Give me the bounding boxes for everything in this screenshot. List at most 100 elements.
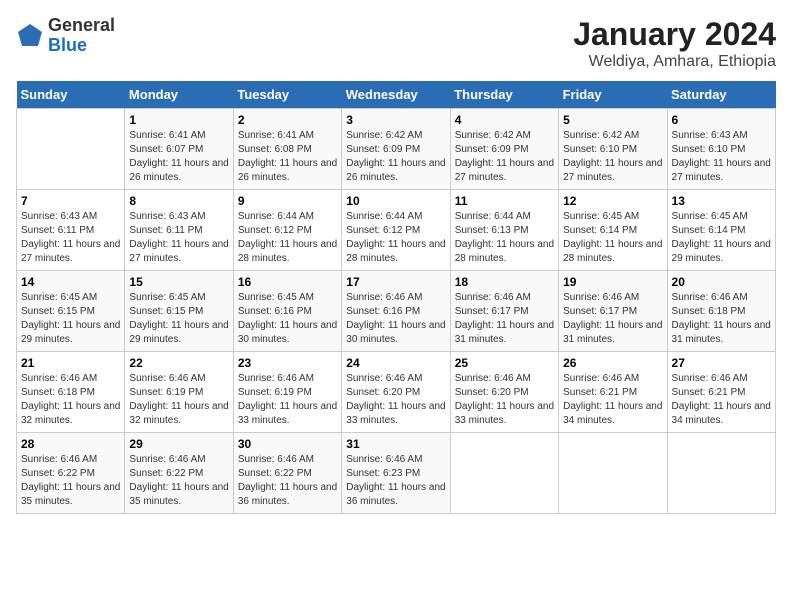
day-number: 11 <box>455 194 554 208</box>
day-info: Sunrise: 6:46 AMSunset: 6:20 PMDaylight:… <box>346 372 445 428</box>
calendar-cell: 17Sunrise: 6:46 AMSunset: 6:16 PMDayligh… <box>342 271 450 352</box>
day-number: 18 <box>455 275 554 289</box>
day-info: Sunrise: 6:46 AMSunset: 6:22 PMDaylight:… <box>21 453 120 509</box>
day-info: Sunrise: 6:42 AMSunset: 6:09 PMDaylight:… <box>455 129 554 185</box>
day-number: 27 <box>672 356 771 370</box>
logo-blue: Blue <box>48 36 115 56</box>
logo-icon <box>16 22 44 50</box>
day-header-wednesday: Wednesday <box>342 81 450 109</box>
day-number: 15 <box>129 275 228 289</box>
day-info: Sunrise: 6:46 AMSunset: 6:18 PMDaylight:… <box>672 291 771 347</box>
day-number: 12 <box>563 194 662 208</box>
calendar-week-4: 21 Sunrise: 6:46 AMSunset: 6:18 PMDayligh… <box>17 352 776 433</box>
day-number: 7 <box>21 194 120 208</box>
day-info: Sunrise: 6:46 AMSunset: 6:19 PMDaylight:… <box>129 372 228 428</box>
day-info: Sunrise: 6:44 AMSunset: 6:12 PMDaylight:… <box>238 210 337 266</box>
day-header-saturday: Saturday <box>667 81 775 109</box>
day-info: Sunrise: 6:46 AMSunset: 6:16 PMDaylight:… <box>346 291 445 347</box>
calendar-cell <box>667 433 775 514</box>
day-info: Sunrise: 6:46 AMSunset: 6:21 PMDaylight:… <box>563 372 662 428</box>
calendar-cell: 7 Sunrise: 6:43 AMSunset: 6:11 PMDaylight… <box>17 190 125 271</box>
calendar-cell: 6 Sunrise: 6:43 AMSunset: 6:10 PMDaylight… <box>667 109 775 190</box>
day-info: Sunrise: 6:46 AMSunset: 6:22 PMDaylight:… <box>129 453 228 509</box>
calendar-cell: 1 Sunrise: 6:41 AMSunset: 6:07 PMDaylight… <box>125 109 233 190</box>
day-info: Sunrise: 6:42 AMSunset: 6:09 PMDaylight:… <box>346 129 445 185</box>
calendar-cell: 14Sunrise: 6:45 AMSunset: 6:15 PMDayligh… <box>17 271 125 352</box>
day-number: 16 <box>238 275 337 289</box>
page-header: General Blue January 2024 Weldiya, Amhar… <box>16 16 776 71</box>
day-header-sunday: Sunday <box>17 81 125 109</box>
day-info: Sunrise: 6:42 AMSunset: 6:10 PMDaylight:… <box>563 129 662 185</box>
calendar-cell <box>559 433 667 514</box>
calendar-cell: 16 Sunrise: 6:45 AMSunset: 6:16 PMDayligh… <box>233 271 341 352</box>
calendar-cell: 9 Sunrise: 6:44 AMSunset: 6:12 PMDaylight… <box>233 190 341 271</box>
day-number: 10 <box>346 194 445 208</box>
day-info: Sunrise: 6:43 AMSunset: 6:11 PMDaylight:… <box>21 210 120 266</box>
calendar-cell <box>450 433 558 514</box>
day-info: Sunrise: 6:43 AMSunset: 6:11 PMDaylight:… <box>129 210 228 266</box>
logo: General Blue <box>16 16 115 56</box>
calendar-cell: 29 Sunrise: 6:46 AMSunset: 6:22 PMDayligh… <box>125 433 233 514</box>
day-info: Sunrise: 6:41 AMSunset: 6:07 PMDaylight:… <box>129 129 228 185</box>
calendar-week-2: 7 Sunrise: 6:43 AMSunset: 6:11 PMDaylight… <box>17 190 776 271</box>
calendar-cell: 22 Sunrise: 6:46 AMSunset: 6:19 PMDayligh… <box>125 352 233 433</box>
day-number: 4 <box>455 113 554 127</box>
calendar-cell: 28Sunrise: 6:46 AMSunset: 6:22 PMDayligh… <box>17 433 125 514</box>
day-number: 25 <box>455 356 554 370</box>
day-number: 24 <box>346 356 445 370</box>
day-info: Sunrise: 6:46 AMSunset: 6:21 PMDaylight:… <box>672 372 771 428</box>
day-info: Sunrise: 6:44 AMSunset: 6:12 PMDaylight:… <box>346 210 445 266</box>
day-header-monday: Monday <box>125 81 233 109</box>
day-info: Sunrise: 6:46 AMSunset: 6:19 PMDaylight:… <box>238 372 337 428</box>
day-info: Sunrise: 6:45 AMSunset: 6:15 PMDaylight:… <box>129 291 228 347</box>
day-number: 31 <box>346 437 445 451</box>
day-number: 2 <box>238 113 337 127</box>
calendar-cell: 15 Sunrise: 6:45 AMSunset: 6:15 PMDayligh… <box>125 271 233 352</box>
day-number: 6 <box>672 113 771 127</box>
day-number: 1 <box>129 113 228 127</box>
calendar-cell: 10 Sunrise: 6:44 AMSunset: 6:12 PMDayligh… <box>342 190 450 271</box>
calendar-week-3: 14Sunrise: 6:45 AMSunset: 6:15 PMDayligh… <box>17 271 776 352</box>
day-header-friday: Friday <box>559 81 667 109</box>
day-number: 19 <box>563 275 662 289</box>
calendar-table: SundayMondayTuesdayWednesdayThursdayFrid… <box>16 81 776 514</box>
calendar-cell: 21 Sunrise: 6:46 AMSunset: 6:18 PMDayligh… <box>17 352 125 433</box>
day-number: 29 <box>129 437 228 451</box>
day-number: 22 <box>129 356 228 370</box>
logo-text: General Blue <box>48 16 115 56</box>
day-info: Sunrise: 6:46 AMSunset: 6:22 PMDaylight:… <box>238 453 337 509</box>
day-info: Sunrise: 6:45 AMSunset: 6:16 PMDaylight:… <box>238 291 337 347</box>
day-info: Sunrise: 6:44 AMSunset: 6:13 PMDaylight:… <box>455 210 554 266</box>
day-info: Sunrise: 6:43 AMSunset: 6:10 PMDaylight:… <box>672 129 771 185</box>
calendar-header-row: SundayMondayTuesdayWednesdayThursdayFrid… <box>17 81 776 109</box>
day-info: Sunrise: 6:46 AMSunset: 6:23 PMDaylight:… <box>346 453 445 509</box>
calendar-cell: 13 Sunrise: 6:45 AMSunset: 6:14 PMDayligh… <box>667 190 775 271</box>
day-info: Sunrise: 6:45 AMSunset: 6:15 PMDaylight:… <box>21 291 120 347</box>
day-number: 30 <box>238 437 337 451</box>
calendar-title: January 2024 <box>573 16 776 53</box>
calendar-cell: 11 Sunrise: 6:44 AMSunset: 6:13 PMDayligh… <box>450 190 558 271</box>
calendar-week-1: 1 Sunrise: 6:41 AMSunset: 6:07 PMDaylight… <box>17 109 776 190</box>
title-block: January 2024 Weldiya, Amhara, Ethiopia <box>573 16 776 71</box>
day-info: Sunrise: 6:46 AMSunset: 6:17 PMDaylight:… <box>563 291 662 347</box>
day-number: 5 <box>563 113 662 127</box>
calendar-cell <box>17 109 125 190</box>
day-info: Sunrise: 6:45 AMSunset: 6:14 PMDaylight:… <box>672 210 771 266</box>
logo-general: General <box>48 16 115 36</box>
day-number: 8 <box>129 194 228 208</box>
calendar-cell: 24 Sunrise: 6:46 AMSunset: 6:20 PMDayligh… <box>342 352 450 433</box>
day-number: 23 <box>238 356 337 370</box>
day-number: 9 <box>238 194 337 208</box>
calendar-cell: 18Sunrise: 6:46 AMSunset: 6:17 PMDayligh… <box>450 271 558 352</box>
calendar-cell: 23 Sunrise: 6:46 AMSunset: 6:19 PMDayligh… <box>233 352 341 433</box>
day-number: 13 <box>672 194 771 208</box>
calendar-cell: 3Sunrise: 6:42 AMSunset: 6:09 PMDaylight… <box>342 109 450 190</box>
day-number: 21 <box>21 356 120 370</box>
day-number: 20 <box>672 275 771 289</box>
day-info: Sunrise: 6:41 AMSunset: 6:08 PMDaylight:… <box>238 129 337 185</box>
calendar-cell: 20 Sunrise: 6:46 AMSunset: 6:18 PMDayligh… <box>667 271 775 352</box>
day-info: Sunrise: 6:46 AMSunset: 6:18 PMDaylight:… <box>21 372 120 428</box>
day-header-tuesday: Tuesday <box>233 81 341 109</box>
calendar-cell: 26Sunrise: 6:46 AMSunset: 6:21 PMDayligh… <box>559 352 667 433</box>
calendar-cell: 31 Sunrise: 6:46 AMSunset: 6:23 PMDayligh… <box>342 433 450 514</box>
